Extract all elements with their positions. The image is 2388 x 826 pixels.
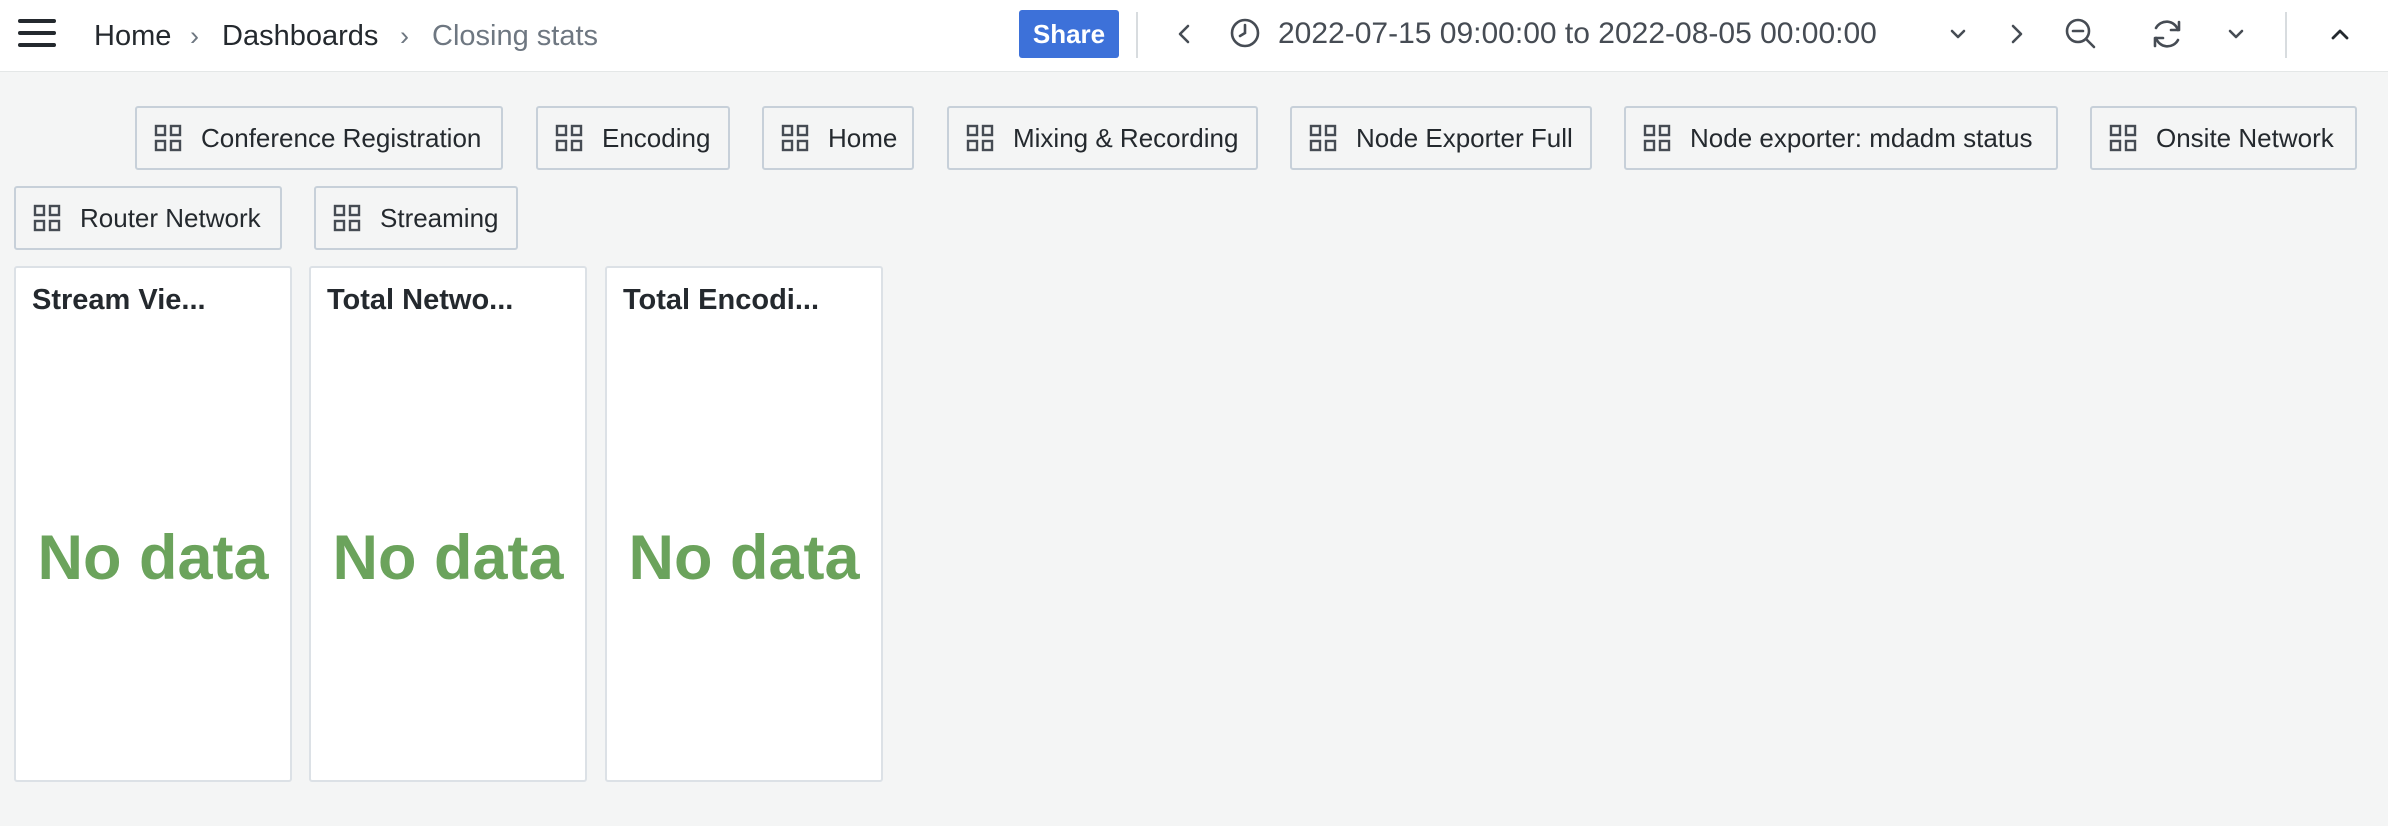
panel-title[interactable]: Stream Vie... bbox=[32, 284, 206, 317]
clock-icon bbox=[1228, 16, 1262, 50]
breadcrumb-separator: › bbox=[400, 21, 409, 51]
dashboard-link-label: Onsite Network bbox=[2156, 122, 2334, 153]
refresh-interval-dropdown-button[interactable] bbox=[2220, 14, 2252, 54]
time-range-to: 2022-08-05 00:00:00 bbox=[1598, 17, 1877, 50]
dashboard-link-label: Home bbox=[828, 122, 898, 153]
breadcrumb-home[interactable]: Home bbox=[94, 16, 171, 56]
apps-grid-icon bbox=[781, 124, 809, 152]
apps-grid-icon bbox=[154, 124, 182, 152]
dashboard-link-home[interactable]: Home bbox=[762, 106, 914, 170]
breadcrumb-current: Closing stats bbox=[432, 20, 599, 52]
apps-grid-icon bbox=[555, 124, 583, 152]
stat-panel-total-encoding[interactable]: Total Encodi... No data bbox=[605, 266, 883, 782]
dashboard-link-router-network[interactable]: Router Network bbox=[14, 186, 282, 250]
chevron-up-icon bbox=[2331, 29, 2349, 40]
dashboard-link-node-exporter-full[interactable]: Node Exporter Full bbox=[1290, 106, 1592, 170]
toolbar-divider bbox=[2285, 12, 2287, 58]
dashboard-link-label: Streaming bbox=[380, 202, 499, 233]
dashboard-link-label: Router Network bbox=[80, 202, 261, 233]
dashboard-link-label: Encoding bbox=[602, 122, 711, 153]
apps-grid-icon bbox=[2109, 124, 2137, 152]
chevron-left-icon bbox=[1178, 24, 1190, 44]
panel-title[interactable]: Total Encodi... bbox=[623, 284, 819, 317]
top-navbar: Home › Dashboards › Closing stats Share … bbox=[0, 0, 2388, 72]
apps-grid-icon bbox=[966, 124, 994, 152]
chevron-down-icon bbox=[1950, 29, 1966, 39]
breadcrumb-separator: › bbox=[190, 21, 199, 51]
panel-title[interactable]: Total Netwo... bbox=[327, 284, 513, 317]
toolbar-divider bbox=[1136, 12, 1138, 58]
dashboard-link-conference-registration[interactable]: Conference Registration bbox=[135, 106, 503, 170]
apps-grid-icon bbox=[333, 204, 361, 232]
dashboard-link-mixing-recording[interactable]: Mixing & Recording bbox=[947, 106, 1258, 170]
refresh-icon bbox=[2153, 20, 2181, 48]
chevron-right-icon bbox=[2011, 24, 2023, 44]
panel-value: No data bbox=[37, 523, 269, 593]
dashboard-link-node-exporter-mdadm[interactable]: Node exporter: mdadm status bbox=[1624, 106, 2058, 170]
chevron-down-icon bbox=[2228, 29, 2244, 39]
apps-grid-icon bbox=[1309, 124, 1337, 152]
time-range-dropdown-button[interactable] bbox=[1942, 14, 1974, 54]
time-range-picker[interactable]: 2022-07-15 09:00:00 to 2022-08-05 00:00:… bbox=[1278, 10, 1877, 58]
collapse-navbar-button[interactable] bbox=[2320, 14, 2360, 54]
dashboard-link-label: Conference Registration bbox=[201, 122, 482, 153]
dashboard-link-label: Node Exporter Full bbox=[1356, 122, 1573, 153]
apps-grid-icon bbox=[1643, 124, 1671, 152]
stat-panel-stream-viewers[interactable]: Stream Vie... No data bbox=[14, 266, 292, 782]
dashboard-link-onsite-network[interactable]: Onsite Network bbox=[2090, 106, 2357, 170]
menu-button[interactable] bbox=[14, 16, 62, 56]
zoom-out-button[interactable] bbox=[2060, 13, 2102, 55]
time-range-to-word: to bbox=[1564, 17, 1590, 50]
dashboard-link-label: Node exporter: mdadm status bbox=[1690, 122, 2033, 153]
refresh-button[interactable] bbox=[2146, 13, 2188, 55]
zoom-out-icon bbox=[2065, 18, 2096, 49]
stat-panel-total-network[interactable]: Total Netwo... No data bbox=[309, 266, 587, 782]
time-shift-forward-button[interactable] bbox=[2000, 14, 2034, 54]
time-shift-back-button[interactable] bbox=[1166, 14, 1202, 54]
breadcrumb-dashboards[interactable]: Dashboards bbox=[222, 16, 378, 56]
apps-grid-icon bbox=[33, 204, 61, 232]
panel-value: No data bbox=[332, 523, 564, 593]
dashboard-link-streaming[interactable]: Streaming bbox=[314, 186, 518, 250]
share-button[interactable]: Share bbox=[1019, 10, 1119, 58]
panel-value: No data bbox=[628, 523, 860, 593]
dashboard-link-label: Mixing & Recording bbox=[1013, 122, 1239, 153]
hamburger-icon bbox=[18, 19, 56, 23]
dashboard-link-encoding[interactable]: Encoding bbox=[536, 106, 730, 170]
time-range-from: 2022-07-15 09:00:00 bbox=[1278, 17, 1557, 50]
